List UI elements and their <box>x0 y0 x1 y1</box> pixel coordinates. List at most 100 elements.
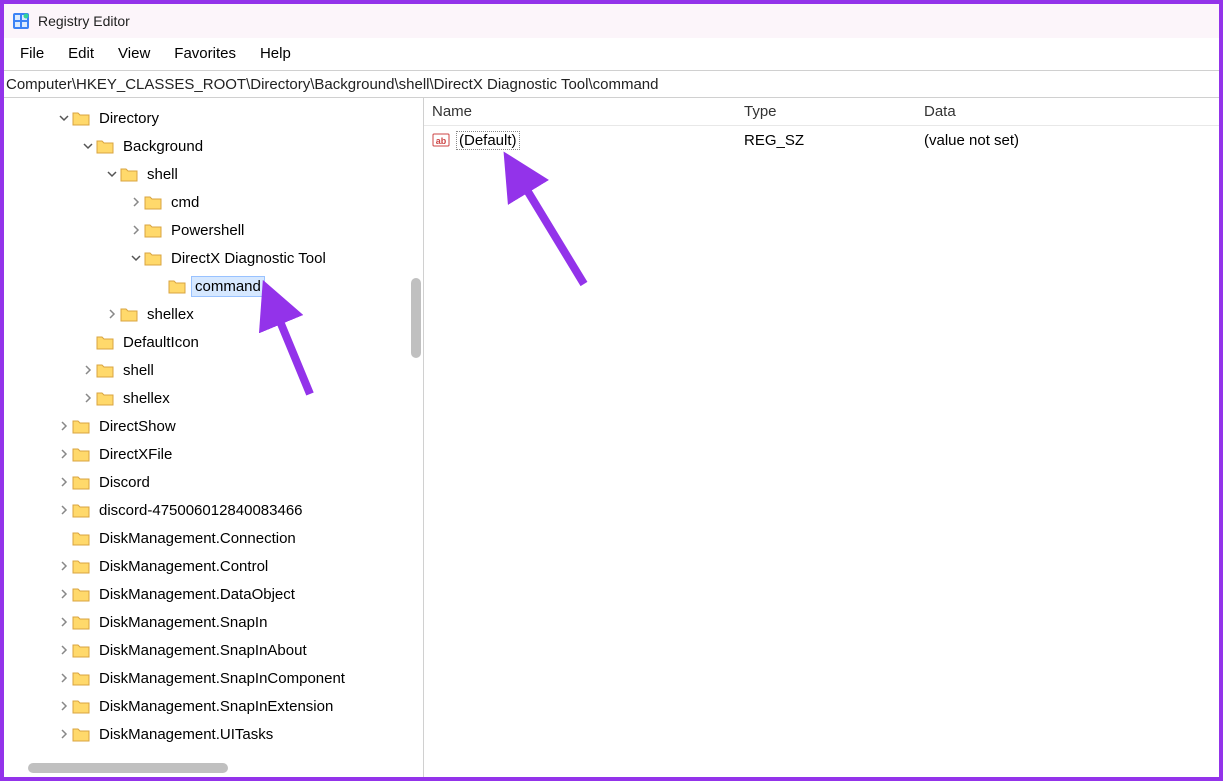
folder-icon <box>144 195 162 210</box>
menu-file[interactable]: File <box>8 41 56 66</box>
tree-item-directshow[interactable]: DirectShow <box>4 412 423 440</box>
chevron-right-icon[interactable] <box>56 502 72 518</box>
tree-label: DiskManagement.DataObject <box>96 585 298 604</box>
chevron-right-icon[interactable] <box>56 698 72 714</box>
value-type: REG_SZ <box>744 132 924 149</box>
regedit-icon <box>12 12 30 30</box>
tree-label: discord-475006012840083466 <box>96 501 306 520</box>
chevron-right-icon[interactable] <box>56 670 72 686</box>
tree-item-diskmgmt-uitasks[interactable]: DiskManagement.UITasks <box>4 720 423 748</box>
chevron-right-icon[interactable] <box>128 222 144 238</box>
column-type[interactable]: Type <box>744 103 924 120</box>
tree-label: shell <box>120 361 157 380</box>
chevron-right-icon[interactable] <box>80 390 96 406</box>
tree-item-shellex2[interactable]: shellex <box>4 384 423 412</box>
folder-icon <box>120 167 138 182</box>
tree-item-directory[interactable]: Directory <box>4 104 423 132</box>
tree-item-shell[interactable]: shell <box>4 160 423 188</box>
chevron-right-icon[interactable] <box>104 306 120 322</box>
tree-label: DiskManagement.SnapInComponent <box>96 669 348 688</box>
tree-label: DefaultIcon <box>120 333 202 352</box>
folder-icon <box>72 419 90 434</box>
tree-item-diskmgmt-snapinabout[interactable]: DiskManagement.SnapInAbout <box>4 636 423 664</box>
column-name[interactable]: Name <box>424 103 744 120</box>
tree-label: DiskManagement.SnapInExtension <box>96 697 336 716</box>
chevron-right-icon[interactable] <box>56 418 72 434</box>
content-area: Directory Background shell cmd <box>4 98 1219 777</box>
folder-icon <box>144 223 162 238</box>
chevron-down-icon[interactable] <box>104 166 120 182</box>
tree-item-directx-diag[interactable]: DirectX Diagnostic Tool <box>4 244 423 272</box>
folder-icon <box>96 391 114 406</box>
tree-item-diskmgmt-dataobj[interactable]: DiskManagement.DataObject <box>4 580 423 608</box>
chevron-right-icon[interactable] <box>56 642 72 658</box>
menu-help[interactable]: Help <box>248 41 303 66</box>
tree-item-discord-id[interactable]: discord-475006012840083466 <box>4 496 423 524</box>
window-title: Registry Editor <box>38 13 130 29</box>
horizontal-scrollbar[interactable] <box>28 763 228 773</box>
tree-item-shell2[interactable]: shell <box>4 356 423 384</box>
tree-item-shellex[interactable]: shellex <box>4 300 423 328</box>
chevron-right-icon[interactable] <box>56 726 72 742</box>
tree-item-command[interactable]: command <box>4 272 423 300</box>
tree-label: Powershell <box>168 221 247 240</box>
folder-icon <box>72 531 90 546</box>
chevron-right-icon[interactable] <box>128 194 144 210</box>
tree-item-directxfile[interactable]: DirectXFile <box>4 440 423 468</box>
value-row-default[interactable]: ab (Default) REG_SZ (value not set) <box>424 126 1219 154</box>
tree-item-defaulticon[interactable]: DefaultIcon <box>4 328 423 356</box>
menu-favorites[interactable]: Favorites <box>162 41 248 66</box>
folder-icon <box>96 139 114 154</box>
folder-icon <box>72 643 90 658</box>
titlebar[interactable]: Registry Editor <box>4 4 1219 38</box>
chevron-right-icon[interactable] <box>56 558 72 574</box>
chevron-right-icon[interactable] <box>56 446 72 462</box>
value-list-panel[interactable]: Name Type Data ab (Default) REG_SZ (valu… <box>424 98 1219 777</box>
tree-label: DiskManagement.UITasks <box>96 725 276 744</box>
tree-label: cmd <box>168 193 202 212</box>
folder-icon <box>96 363 114 378</box>
chevron-down-icon[interactable] <box>80 138 96 154</box>
folder-icon <box>72 699 90 714</box>
tree-item-diskmgmt-snapin[interactable]: DiskManagement.SnapIn <box>4 608 423 636</box>
tree-label: DiskManagement.Connection <box>96 529 299 548</box>
tree-label: DiskManagement.SnapIn <box>96 613 270 632</box>
vertical-scrollbar[interactable] <box>411 278 421 358</box>
tree-item-cmd[interactable]: cmd <box>4 188 423 216</box>
tree-item-background[interactable]: Background <box>4 132 423 160</box>
tree-label: DirectShow <box>96 417 179 436</box>
tree-item-discord[interactable]: Discord <box>4 468 423 496</box>
chevron-right-icon[interactable] <box>56 614 72 630</box>
registry-editor-window: Registry Editor File Edit View Favorites… <box>0 0 1223 781</box>
chevron-right-icon[interactable] <box>80 362 96 378</box>
address-bar[interactable]: Computer\HKEY_CLASSES_ROOT\Directory\Bac… <box>4 70 1219 98</box>
tree-label: command <box>192 277 264 296</box>
folder-icon <box>72 587 90 602</box>
folder-icon <box>72 671 90 686</box>
folder-icon <box>120 307 138 322</box>
tree-label: shellex <box>120 389 173 408</box>
tree-item-diskmgmt-conn[interactable]: DiskManagement.Connection <box>4 524 423 552</box>
folder-icon <box>72 475 90 490</box>
folder-icon <box>72 111 90 126</box>
column-data[interactable]: Data <box>924 103 1219 120</box>
menu-edit[interactable]: Edit <box>56 41 106 66</box>
tree-item-powershell[interactable]: Powershell <box>4 216 423 244</box>
tree-label: Background <box>120 137 206 156</box>
value-name: (Default) <box>456 131 520 150</box>
chevron-down-icon[interactable] <box>56 110 72 126</box>
folder-icon <box>72 503 90 518</box>
value-data: (value not set) <box>924 132 1219 149</box>
tree-panel[interactable]: Directory Background shell cmd <box>4 98 424 777</box>
chevron-right-icon[interactable] <box>56 586 72 602</box>
tree-label: shell <box>144 165 181 184</box>
menu-view[interactable]: View <box>106 41 162 66</box>
tree-item-diskmgmt-ctrl[interactable]: DiskManagement.Control <box>4 552 423 580</box>
folder-icon <box>72 447 90 462</box>
address-text: Computer\HKEY_CLASSES_ROOT\Directory\Bac… <box>6 76 659 93</box>
chevron-down-icon[interactable] <box>128 250 144 266</box>
svg-text:ab: ab <box>436 136 447 146</box>
tree-item-diskmgmt-snapinext[interactable]: DiskManagement.SnapInExtension <box>4 692 423 720</box>
chevron-right-icon[interactable] <box>56 474 72 490</box>
tree-item-diskmgmt-snapincomp[interactable]: DiskManagement.SnapInComponent <box>4 664 423 692</box>
